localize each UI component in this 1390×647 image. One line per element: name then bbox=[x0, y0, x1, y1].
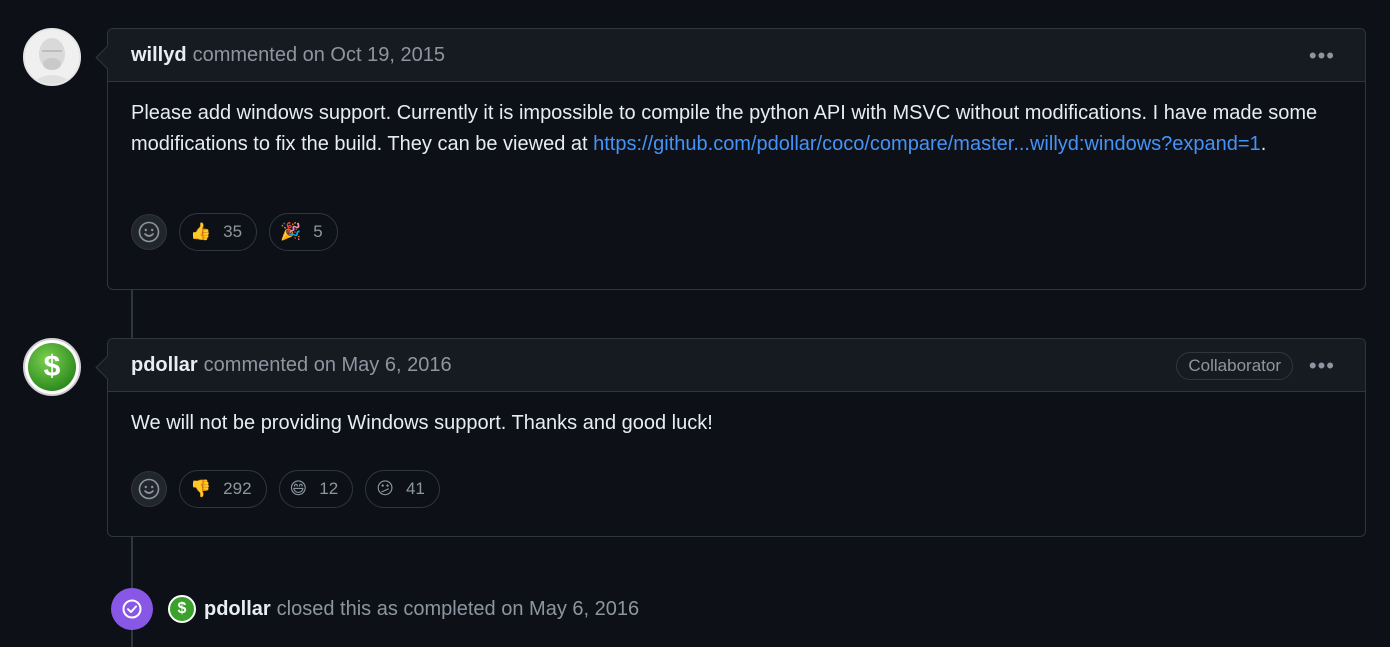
comment-options-icon[interactable]: ••• bbox=[1309, 353, 1335, 379]
confused-icon: 😕 bbox=[376, 479, 394, 499]
comment-2: pdollar commented on May 6, 2016 Collabo… bbox=[107, 338, 1366, 537]
reaction-count: 35 bbox=[223, 222, 243, 241]
reaction-count: 5 bbox=[313, 222, 323, 241]
reactions-bar: 👍 35 🎉 5 bbox=[108, 213, 1365, 251]
reaction-tada-button[interactable]: 🎉 5 bbox=[269, 213, 338, 251]
add-reaction-button[interactable] bbox=[131, 214, 167, 250]
dollar-icon: $ bbox=[177, 600, 187, 617]
reaction-thumbs-down-button[interactable]: 👎 292 bbox=[179, 470, 267, 508]
reaction-laugh-button[interactable]: 😄 12 bbox=[278, 470, 354, 508]
closed-event: $ pdollar closed this as completed on Ma… bbox=[111, 588, 639, 630]
comment-author[interactable]: willyd bbox=[131, 44, 187, 67]
comment-text: We will not be providing Windows support… bbox=[131, 412, 713, 434]
comment-header: willyd commented on Oct 19, 2015 ••• bbox=[108, 29, 1365, 82]
comment-header: pdollar commented on May 6, 2016 Collabo… bbox=[108, 339, 1365, 392]
thumbs-down-icon: 👎 bbox=[190, 479, 212, 499]
reaction-count: 41 bbox=[405, 479, 425, 498]
reaction-thumbs-up-button[interactable]: 👍 35 bbox=[179, 213, 258, 251]
tada-icon: 🎉 bbox=[280, 222, 302, 242]
reaction-count: 12 bbox=[319, 479, 339, 498]
comment-timestamp[interactable]: commented on May 6, 2016 bbox=[204, 354, 452, 377]
timeline-line bbox=[131, 630, 133, 647]
timeline-line bbox=[131, 537, 133, 588]
collaborator-badge: Collaborator bbox=[1176, 352, 1293, 380]
thumbs-up-icon: 👍 bbox=[190, 222, 212, 242]
comment-timestamp[interactable]: commented on Oct 19, 2015 bbox=[193, 44, 445, 67]
issue-closed-icon bbox=[111, 588, 153, 630]
smiley-icon bbox=[138, 478, 160, 500]
comment-author[interactable]: pdollar bbox=[131, 354, 198, 377]
comment-text-tail: . bbox=[1260, 133, 1267, 155]
smiley-icon bbox=[138, 221, 160, 243]
add-reaction-button[interactable] bbox=[131, 471, 167, 507]
avatar-pdollar-small[interactable]: $ bbox=[168, 595, 196, 623]
reaction-confused-button[interactable]: 😕 41 bbox=[365, 470, 440, 508]
laugh-icon: 😄 bbox=[289, 479, 308, 499]
timeline-line bbox=[131, 290, 133, 338]
comment-options-icon[interactable]: ••• bbox=[1309, 43, 1335, 69]
dollar-icon: $ bbox=[43, 350, 61, 383]
comment-body: Please add windows support. Currently it… bbox=[108, 82, 1365, 213]
event-text[interactable]: closed this as completed on May 6, 2016 bbox=[277, 598, 639, 621]
avatar-willyd[interactable] bbox=[23, 28, 81, 86]
reaction-count: 292 bbox=[223, 479, 252, 498]
reactions-bar: 👎 292 😄 12 😕 41 bbox=[108, 470, 1365, 508]
avatar-pdollar[interactable]: $ bbox=[23, 338, 81, 396]
comment-1: willyd commented on Oct 19, 2015 ••• Ple… bbox=[107, 28, 1366, 290]
compare-link[interactable]: https://github.com/pdollar/coco/compare/… bbox=[593, 133, 1261, 155]
comment-body: We will not be providing Windows support… bbox=[108, 392, 1365, 470]
event-author[interactable]: pdollar bbox=[204, 598, 271, 621]
